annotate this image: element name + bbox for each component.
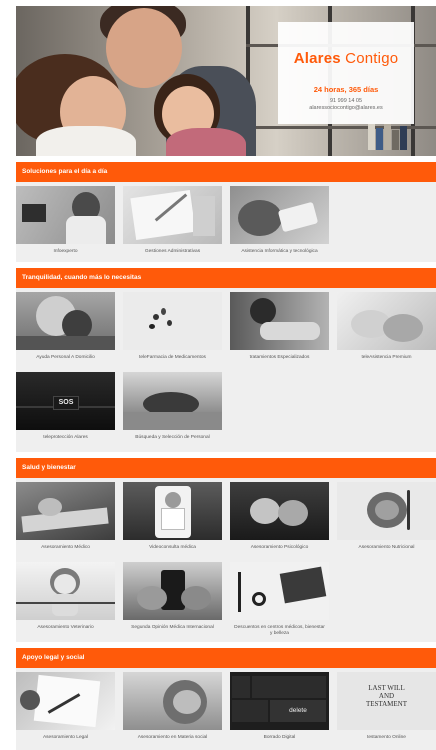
dog-photo — [16, 562, 115, 620]
section-daily-solutions: Soluciones para el día a día Infoexperto… — [16, 162, 436, 262]
shelf — [246, 126, 436, 129]
service-label: Asesoramiento Psicológico — [250, 545, 309, 550]
service-label: Asesoramiento Médico — [41, 545, 90, 550]
service-card[interactable]: teleAsistencia Premium — [337, 292, 436, 361]
service-card[interactable]: Búsqueda y Selección de Personal — [123, 372, 222, 441]
service-card[interactable]: LAST WILL AND TESTAMENT testamento Onlin… — [337, 672, 436, 741]
mother-shirt — [36, 126, 136, 156]
section-peace-of-mind: Tranquilidad, cuando más lo necesitas Ay… — [16, 268, 436, 452]
phone-number[interactable]: 91 999 14 05 — [278, 98, 414, 104]
smartphone-photo — [230, 186, 329, 244]
service-card[interactable]: Asistencia Informática y tecnológica — [230, 186, 329, 255]
service-card[interactable]: Gestiones Administrativas — [123, 186, 222, 255]
will-line: TESTAMENT — [365, 700, 408, 708]
phone-call-photo — [16, 186, 115, 244]
service-card[interactable]: tratamientos Especializados — [230, 292, 329, 361]
section-title: Salud y bienestar — [16, 458, 436, 478]
paperwork-photo — [123, 186, 222, 244]
service-card[interactable]: SOS teleprotección Alares — [16, 372, 115, 441]
brand-name-strong: Alares — [293, 50, 341, 67]
open-hands-photo — [230, 482, 329, 540]
will-line: AND — [378, 692, 395, 700]
home-care-photo — [16, 292, 115, 350]
service-label: tratamientos Especializados — [249, 355, 310, 360]
service-label: Videoconsulta médica — [149, 545, 196, 550]
service-label: testamento Online — [367, 735, 406, 740]
hero-banner: Alares Contigo 24 horas, 365 días 91 999… — [16, 6, 436, 156]
service-card[interactable]: teleFarmacia de Medicamentos — [123, 292, 222, 361]
service-card[interactable]: Segunda Opinión Médica Internacional — [123, 562, 222, 631]
physio-photo — [230, 292, 329, 350]
will-title: LAST WILL AND TESTAMENT — [337, 684, 436, 708]
delete-key: delete — [270, 700, 326, 722]
service-label: Asistencia Informática y tecnológica — [241, 249, 318, 254]
service-label: Descuentos en centros médicos, bienestar… — [234, 625, 325, 636]
service-label: Búsqueda y Selección de Personal — [135, 435, 210, 440]
service-card[interactable]: Ayuda Personal A Domicilio — [16, 292, 115, 361]
service-card[interactable]: Asesoramiento Legal — [16, 672, 115, 741]
section-health-wellbeing: Salud y bienestar Asesoramiento Médico V… — [16, 458, 436, 642]
brand-card: Alares Contigo 24 horas, 365 días 91 999… — [278, 22, 414, 124]
hands-photo — [337, 292, 436, 350]
girl-shirt — [166, 128, 246, 156]
service-card[interactable]: Infoexperto — [16, 186, 115, 255]
service-label: teleFarmacia de Medicamentos — [139, 355, 206, 360]
pills-photo — [123, 292, 222, 350]
section-title: Apoyo legal y social — [16, 648, 436, 668]
service-label: Infoexperto — [53, 249, 78, 254]
stethoscope-food-photo — [337, 482, 436, 540]
hours-text: 24 horas, 365 días — [313, 85, 379, 94]
father-face — [106, 8, 182, 88]
sos-button: SOS — [53, 396, 79, 410]
service-card[interactable]: Asesoramiento Psicológico — [230, 482, 329, 551]
service-label: Asesoramiento en Materia social — [137, 735, 208, 740]
will-line: LAST WILL — [368, 684, 405, 692]
section-legal-social: Apoyo legal y social Asesoramiento Legal… — [16, 648, 436, 750]
service-card[interactable]: Asesoramiento Nutricional — [337, 482, 436, 551]
service-card[interactable]: Asesoramiento Médico — [16, 482, 115, 551]
section-title: Tranquilidad, cuando más lo necesitas — [16, 268, 436, 288]
service-label: Asesoramiento Nutricional — [358, 545, 415, 550]
email-address[interactable]: alaressociocontigo@alares.es — [278, 105, 414, 111]
delete-key-photo: delete — [230, 672, 329, 730]
service-label: teleprotección Alares — [43, 435, 88, 440]
last-will-photo: LAST WILL AND TESTAMENT — [337, 672, 436, 730]
service-card[interactable]: delete Borrado Digital — [230, 672, 329, 741]
page: Alares Contigo 24 horas, 365 días 91 999… — [0, 0, 436, 750]
book — [400, 126, 407, 150]
video-doctor-photo — [123, 482, 222, 540]
keyboard-photo — [16, 482, 115, 540]
signing-photo — [16, 672, 115, 730]
service-card[interactable]: Videoconsulta médica — [123, 482, 222, 551]
service-label: Asesoramiento Veterinario — [37, 625, 94, 630]
sos-photo: SOS — [16, 372, 115, 430]
reaching-hands-photo — [123, 372, 222, 430]
section-title: Soluciones para el día a día — [16, 162, 436, 182]
service-label: Segunda Opinión Médica Internacional — [131, 625, 214, 630]
laptop-stethoscope-photo — [230, 562, 329, 620]
brand-name-light: Contigo — [345, 50, 399, 67]
service-label: Ayuda Personal A Domicilio — [36, 355, 95, 360]
service-card[interactable]: Asesoramiento en Materia social — [123, 672, 222, 741]
service-label: Gestiones Administrativas — [144, 249, 201, 254]
book — [376, 128, 383, 150]
book — [368, 124, 375, 150]
service-label: Asesoramiento Legal — [42, 735, 89, 740]
service-label: Borrado Digital — [263, 735, 296, 740]
book — [384, 122, 391, 150]
service-label: teleAsistencia Premium — [361, 355, 412, 360]
brand-logo: Alares Contigo — [278, 50, 414, 67]
tablet-photo — [123, 562, 222, 620]
elderly-hands-photo — [123, 672, 222, 730]
service-card[interactable]: Descuentos en centros médicos, bienestar… — [230, 562, 329, 637]
service-card[interactable]: Asesoramiento Veterinario — [16, 562, 115, 631]
book — [392, 130, 399, 150]
